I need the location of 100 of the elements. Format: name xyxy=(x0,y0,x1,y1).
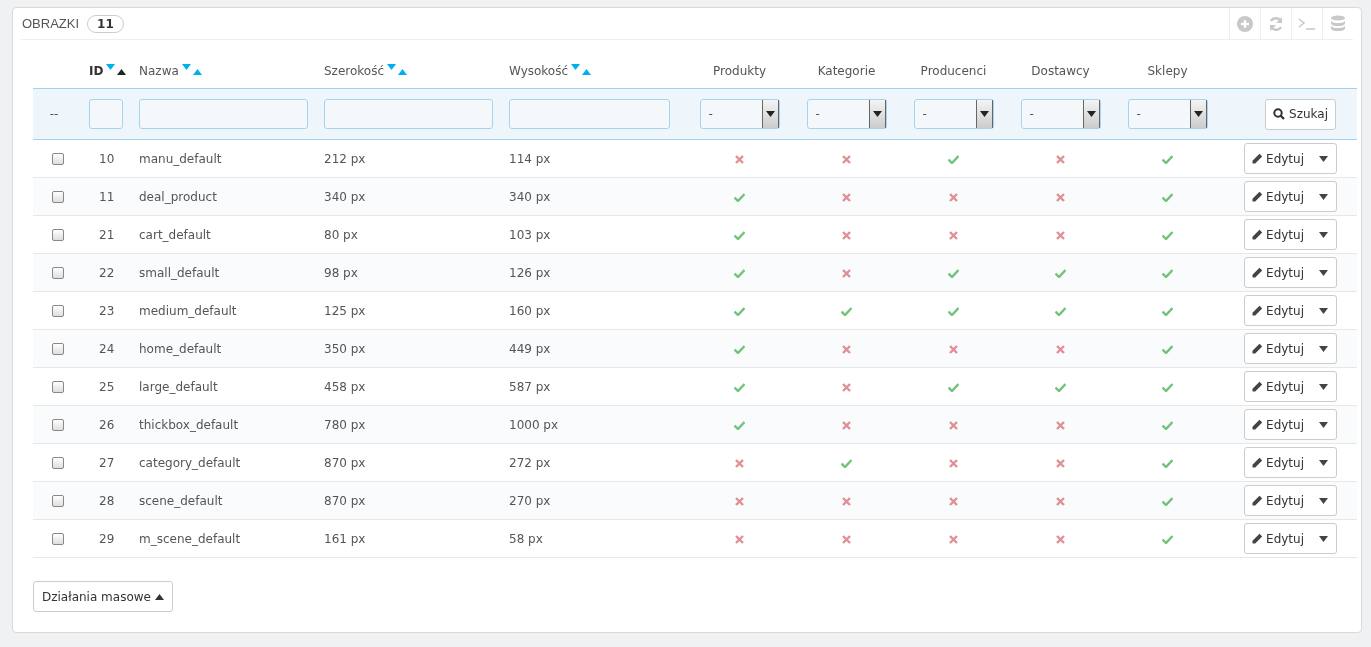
caret-icon[interactable] xyxy=(979,111,989,117)
filter-input[interactable] xyxy=(89,99,123,129)
caret-icon[interactable] xyxy=(1319,232,1328,238)
filter-input[interactable] xyxy=(324,99,493,129)
filter-select[interactable]: - xyxy=(913,99,994,129)
width-cell: 212 px xyxy=(324,151,366,166)
id-cell: 29 xyxy=(99,531,115,546)
id-cell: 28 xyxy=(99,493,115,508)
column-header: Produkty xyxy=(713,64,766,78)
width-cell: 125 px xyxy=(324,303,366,318)
width-cell: 870 px xyxy=(324,455,366,470)
filter-input[interactable] xyxy=(509,99,670,129)
height-cell: 449 px xyxy=(509,341,551,356)
name-cell: deal_product xyxy=(139,189,217,204)
height-cell: 587 px xyxy=(509,379,551,394)
row-checkbox[interactable] xyxy=(52,380,64,393)
pencil-icon xyxy=(1251,304,1264,317)
width-cell: 98 px xyxy=(324,265,358,280)
edit-button[interactable]: Edytuj xyxy=(1244,523,1337,554)
column-header: Wysokość xyxy=(509,63,569,78)
row-checkbox[interactable] xyxy=(52,152,64,165)
edit-button[interactable]: Edytuj xyxy=(1244,219,1337,250)
height-cell: 272 px xyxy=(509,455,551,470)
width-cell: 458 px xyxy=(324,379,366,394)
caret-icon[interactable] xyxy=(1086,111,1096,117)
pencil-icon xyxy=(1251,532,1264,545)
caret-icon[interactable] xyxy=(1319,422,1328,428)
caret-icon[interactable] xyxy=(1319,536,1328,542)
edit-button[interactable]: Edytuj xyxy=(1244,485,1337,516)
caret-icon[interactable] xyxy=(1319,346,1328,352)
name-cell: large_default xyxy=(139,379,218,394)
caret-icon[interactable] xyxy=(1319,156,1328,162)
name-cell: manu_default xyxy=(139,151,222,166)
row-checkbox[interactable] xyxy=(52,494,64,507)
panel-title: OBRAZKI xyxy=(22,16,80,31)
caret-icon[interactable] xyxy=(1319,194,1328,200)
height-cell: 103 px xyxy=(509,227,551,242)
row-checkbox[interactable] xyxy=(52,456,64,469)
column-header: Sklepy xyxy=(1147,64,1188,78)
column-header: ID xyxy=(89,63,104,78)
sort-down-icon[interactable] xyxy=(181,64,191,71)
edit-button[interactable]: Edytuj xyxy=(1244,257,1337,288)
row-checkbox[interactable] xyxy=(52,190,64,203)
id-cell: 24 xyxy=(99,341,115,356)
width-cell: 350 px xyxy=(324,341,366,356)
row-checkbox[interactable] xyxy=(52,532,64,545)
caret-icon[interactable] xyxy=(1319,384,1328,390)
sort-down-icon[interactable] xyxy=(387,64,397,71)
edit-button[interactable]: Edytuj xyxy=(1244,181,1337,212)
edit-button[interactable]: Edytuj xyxy=(1244,333,1337,364)
height-cell: 114 px xyxy=(509,151,551,166)
row-checkbox[interactable] xyxy=(52,266,64,279)
column-header: Producenci xyxy=(920,64,987,78)
name-cell: scene_default xyxy=(139,493,223,508)
height-cell: 1000 px xyxy=(509,417,559,432)
edit-button[interactable]: Edytuj xyxy=(1244,143,1337,174)
pencil-icon xyxy=(1251,266,1264,279)
height-cell: 340 px xyxy=(509,189,551,204)
edit-button[interactable]: Edytuj xyxy=(1244,409,1337,440)
row-checkbox[interactable] xyxy=(52,304,64,317)
column-header: Nazwa xyxy=(139,63,179,78)
name-cell: m_scene_default xyxy=(139,531,241,546)
row-checkbox[interactable] xyxy=(52,228,64,241)
bulk-actions-button[interactable]: Działania masowe xyxy=(33,581,173,612)
caret-icon[interactable] xyxy=(154,593,164,600)
sort-up-icon[interactable] xyxy=(117,68,127,75)
edit-button[interactable]: Edytuj xyxy=(1244,371,1337,402)
caret-icon[interactable] xyxy=(1319,460,1328,466)
id-cell: 21 xyxy=(99,227,115,242)
filter-select[interactable]: - xyxy=(806,99,887,129)
caret-icon[interactable] xyxy=(872,111,882,117)
filter-select[interactable]: - xyxy=(699,99,780,129)
caret-icon[interactable] xyxy=(1319,498,1328,504)
row-checkbox[interactable] xyxy=(52,342,64,355)
filter-select[interactable]: - xyxy=(1020,99,1101,129)
caret-icon[interactable] xyxy=(1193,111,1203,117)
width-cell: 161 px xyxy=(324,531,366,546)
caret-icon[interactable] xyxy=(1319,308,1328,314)
name-cell: category_default xyxy=(139,455,241,470)
width-cell: 340 px xyxy=(324,189,366,204)
id-cell: 25 xyxy=(99,379,115,394)
pencil-icon xyxy=(1251,228,1264,241)
edit-button[interactable]: Edytuj xyxy=(1244,447,1337,478)
filter-input[interactable] xyxy=(139,99,308,129)
caret-icon[interactable] xyxy=(1319,270,1328,276)
pencil-icon xyxy=(1251,342,1264,355)
search-icon xyxy=(1273,108,1286,120)
edit-button[interactable]: Edytuj xyxy=(1244,295,1337,326)
sort-down-icon[interactable] xyxy=(571,64,581,71)
filter-select[interactable]: - xyxy=(1127,99,1208,129)
pencil-icon xyxy=(1251,494,1264,507)
name-cell: medium_default xyxy=(139,303,237,318)
name-cell: home_default xyxy=(139,341,222,356)
caret-icon[interactable] xyxy=(765,111,775,117)
height-cell: 160 px xyxy=(509,303,551,318)
name-cell: cart_default xyxy=(139,227,211,242)
search-button[interactable]: Szukaj xyxy=(1265,98,1336,130)
column-header: Dostawcy xyxy=(1031,64,1090,78)
width-cell: 80 px xyxy=(324,227,358,242)
row-checkbox[interactable] xyxy=(52,418,64,431)
